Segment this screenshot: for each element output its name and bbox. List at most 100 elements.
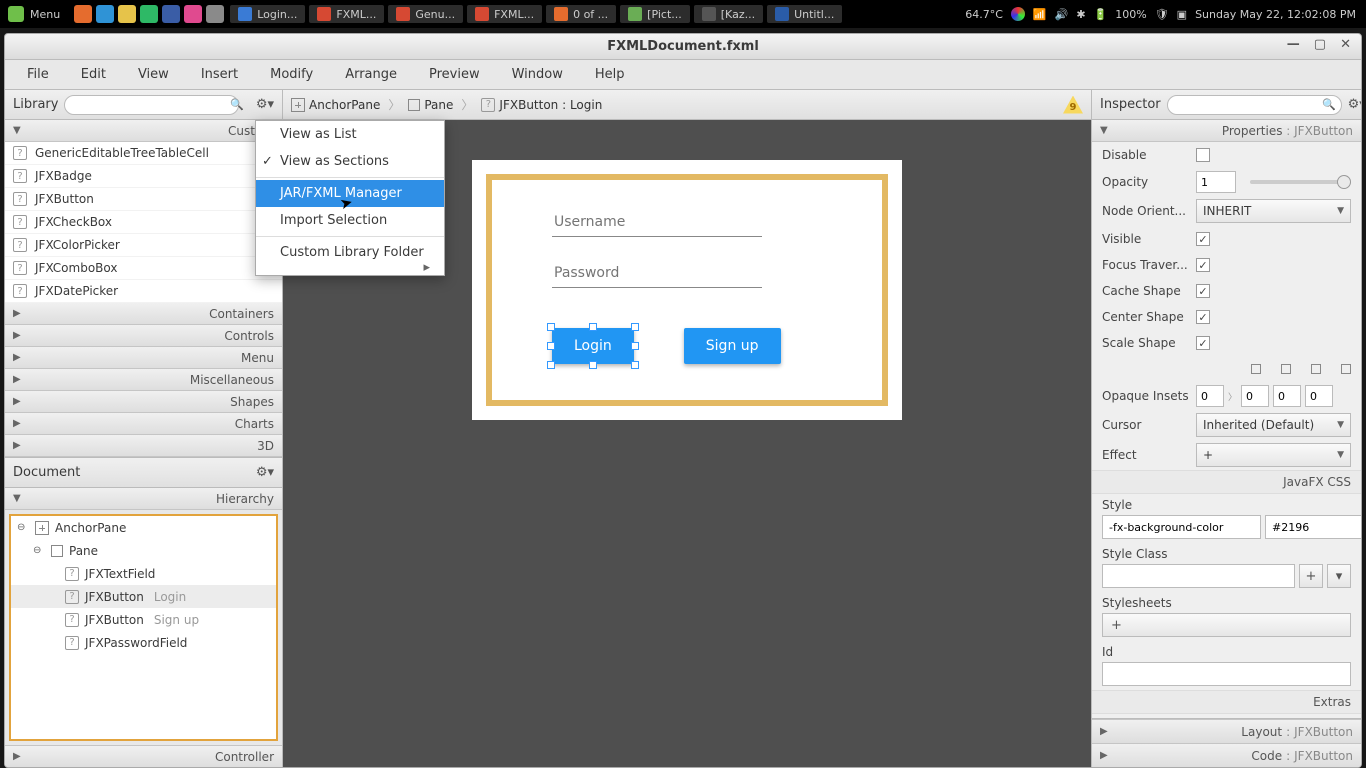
- resize-handle[interactable]: [547, 342, 555, 350]
- document-menu-button[interactable]: ⚙▾: [256, 465, 274, 480]
- resize-handle[interactable]: [631, 323, 639, 331]
- resize-handle[interactable]: [589, 323, 597, 331]
- inset-input[interactable]: [1305, 385, 1333, 407]
- login-button[interactable]: Login: [552, 328, 634, 364]
- library-item[interactable]: ?JFXDatePicker: [5, 280, 282, 303]
- effect-select[interactable]: +▼: [1196, 443, 1351, 467]
- library-menu-button[interactable]: ⚙▾: [256, 97, 274, 112]
- menu-item-custom-library-folder[interactable]: Custom Library Folder▸: [256, 239, 444, 266]
- library-item[interactable]: ?JFXColorPicker: [5, 234, 282, 257]
- library-search-input[interactable]: [64, 95, 239, 115]
- resize-handle[interactable]: [547, 361, 555, 369]
- taskbar-item[interactable]: [Pict...: [620, 5, 690, 23]
- resize-handle[interactable]: [631, 361, 639, 369]
- selected-element[interactable]: Login: [552, 328, 634, 364]
- close-button[interactable]: ✕: [1336, 37, 1355, 52]
- record-icon[interactable]: ▣: [1177, 8, 1187, 21]
- minimize-button[interactable]: —: [1283, 37, 1304, 52]
- resize-handle[interactable]: [589, 361, 597, 369]
- tree-row[interactable]: ?JFXTextField: [11, 562, 276, 585]
- inset-input[interactable]: [1273, 385, 1301, 407]
- style-value-input[interactable]: [1265, 515, 1361, 539]
- menu-item-view-sections[interactable]: View as Sections: [256, 148, 444, 175]
- library-category[interactable]: ▶Menu: [5, 347, 282, 369]
- library-category[interactable]: ▶Charts: [5, 413, 282, 435]
- menu-arrange[interactable]: Arrange: [329, 63, 413, 86]
- tree-row-selected[interactable]: ?JFXButtonLogin: [11, 585, 276, 608]
- controller-section[interactable]: ▶Controller: [5, 745, 282, 767]
- library-item[interactable]: ?JFXComboBox: [5, 257, 282, 280]
- library-category[interactable]: ▶Shapes: [5, 391, 282, 413]
- library-category-custom[interactable]: ▼Custom: [5, 120, 282, 142]
- tree-row[interactable]: ⊖AnchorPane: [11, 516, 276, 539]
- code-section[interactable]: ▶Code:JFXButton: [1092, 743, 1361, 767]
- checkbox[interactable]: ✓: [1196, 336, 1210, 350]
- menu-window[interactable]: Window: [496, 63, 579, 86]
- tree-row[interactable]: ⊖Pane: [11, 539, 276, 562]
- start-menu-button[interactable]: Menu: [0, 6, 68, 22]
- password-field[interactable]: [552, 259, 762, 288]
- launcher-icon[interactable]: [162, 5, 180, 23]
- signup-button[interactable]: Sign up: [684, 328, 781, 364]
- add-button[interactable]: +: [1299, 564, 1323, 588]
- clock[interactable]: Sunday May 22, 12:02:08 PM: [1195, 8, 1356, 21]
- taskbar-item[interactable]: [Kaz...: [694, 5, 763, 23]
- library-item[interactable]: ?JFXCheckBox: [5, 211, 282, 234]
- link-icon[interactable]: [1311, 364, 1321, 374]
- warning-badge[interactable]: 9: [1063, 96, 1083, 114]
- launcher-icon[interactable]: [184, 5, 202, 23]
- inspector-search-input[interactable]: [1167, 95, 1342, 115]
- taskbar-item[interactable]: Genu...: [388, 5, 463, 23]
- resize-handle[interactable]: [547, 323, 555, 331]
- checkbox[interactable]: ✓: [1196, 232, 1210, 246]
- launcher-icon[interactable]: [96, 5, 114, 23]
- menu-view[interactable]: View: [122, 63, 185, 86]
- breadcrumb-item[interactable]: ?JFXButton : Login: [481, 98, 602, 112]
- bluetooth-icon[interactable]: ✱: [1076, 8, 1085, 21]
- taskbar-item[interactable]: FXML...: [467, 5, 542, 23]
- launcher-icon[interactable]: [206, 5, 224, 23]
- library-category[interactable]: ▶Containers: [5, 303, 282, 325]
- color-icon[interactable]: [1011, 7, 1025, 21]
- launcher-icon[interactable]: [118, 5, 136, 23]
- collapse-icon[interactable]: ⊖: [17, 522, 29, 533]
- launcher-icon[interactable]: [140, 5, 158, 23]
- username-field[interactable]: [552, 208, 762, 237]
- taskbar-item[interactable]: Untitl...: [767, 5, 842, 23]
- layout-section[interactable]: ▶Layout:JFXButton: [1092, 719, 1361, 743]
- dropdown-button[interactable]: ▾: [1327, 564, 1351, 588]
- collapse-icon[interactable]: ⊖: [33, 545, 45, 556]
- opacity-input[interactable]: [1196, 171, 1236, 193]
- slider-thumb[interactable]: [1337, 175, 1351, 189]
- menu-help[interactable]: Help: [579, 63, 641, 86]
- menu-file[interactable]: File: [11, 63, 65, 86]
- menu-edit[interactable]: Edit: [65, 63, 122, 86]
- checkbox[interactable]: ✓: [1196, 284, 1210, 298]
- checkbox[interactable]: ✓: [1196, 310, 1210, 324]
- resize-handle[interactable]: [631, 342, 639, 350]
- checkbox[interactable]: [1196, 148, 1210, 162]
- link-icon[interactable]: [1341, 364, 1351, 374]
- style-key-input[interactable]: [1102, 515, 1261, 539]
- link-icon[interactable]: [1281, 364, 1291, 374]
- library-item[interactable]: ?JFXButton: [5, 188, 282, 211]
- library-category[interactable]: ▶Controls: [5, 325, 282, 347]
- window-titlebar[interactable]: FXMLDocument.fxml — ▢ ✕: [5, 34, 1361, 60]
- shield-icon[interactable]: 🛡: [1155, 8, 1169, 21]
- library-item[interactable]: ?JFXBadge: [5, 165, 282, 188]
- inset-input[interactable]: [1196, 385, 1224, 407]
- properties-section[interactable]: ▼Properties : JFXButton: [1092, 120, 1361, 142]
- add-stylesheet-button[interactable]: +: [1102, 613, 1351, 637]
- taskbar-item[interactable]: Login...: [230, 5, 305, 23]
- checkbox[interactable]: ✓: [1196, 258, 1210, 272]
- tree-row[interactable]: ?JFXPasswordField: [11, 631, 276, 654]
- preview-root[interactable]: Login Sign up: [472, 160, 902, 420]
- library-category[interactable]: ▶Miscellaneous: [5, 369, 282, 391]
- taskbar-item[interactable]: 0 of ...: [546, 5, 616, 23]
- preview-pane[interactable]: Login Sign up: [486, 174, 888, 406]
- maximize-button[interactable]: ▢: [1310, 37, 1330, 52]
- tree-row[interactable]: ?JFXButtonSign up: [11, 608, 276, 631]
- breadcrumb-item[interactable]: Pane: [408, 98, 453, 112]
- node-orientation-select[interactable]: INHERIT▼: [1196, 199, 1351, 223]
- menu-preview[interactable]: Preview: [413, 63, 496, 86]
